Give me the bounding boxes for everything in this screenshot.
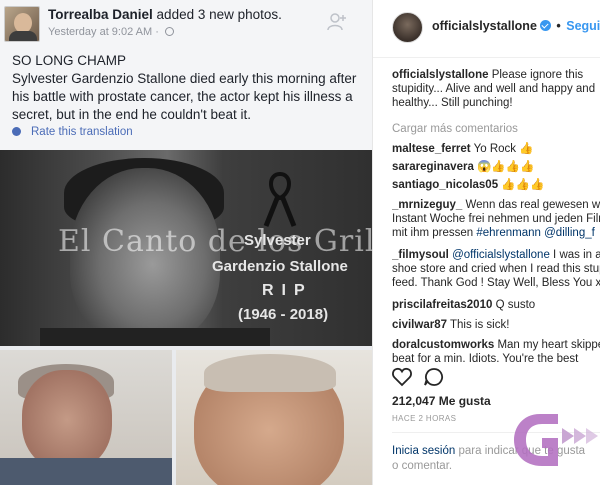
comment-item: maltese_ferret Yo Rock 👍 [392,142,600,156]
comment-item: _filmysoul @officialslystallone I was in… [392,248,600,292]
comment-username[interactable]: priscilafreitas2010 [392,299,492,311]
ribbon-icon [263,171,297,227]
comment-item: _mrnizeguy_ Wenn das real gewesen wäre I… [392,198,600,242]
add-friend-icon[interactable] [327,12,347,32]
image-years-text: (1946 - 2018) [238,306,329,323]
image-name-line1: Sylvester [244,232,311,249]
comment-username[interactable]: santiago_nicolas05 [392,179,498,191]
follow-button[interactable]: Seguir [566,19,600,33]
facebook-post: Torrealba Daniel added 3 new photos. Yes… [0,0,372,485]
comment-text: Q susto [492,299,536,311]
post-title: SO LONG CHAMP [12,53,127,68]
comment-username[interactable]: maltese_ferret [392,143,471,155]
caption: officialslystallone Please ignore this s… [392,68,600,110]
rate-translation-link[interactable]: Rate this translation [12,126,133,138]
gear-icon [12,127,21,136]
watermark-text: El Canto de los Grillos [58,224,372,259]
profile-username[interactable]: officialslystallone [432,19,537,33]
profile-avatar[interactable] [392,12,423,43]
post-actions [392,367,443,387]
comment-item: santiago_nicolas05 👍👍👍 [392,178,600,192]
comment-item: civilwar87 This is sick! [392,318,600,332]
photo-thumbnail-right[interactable] [176,350,372,485]
comment-item: priscilafreitas2010 Q susto [392,298,600,312]
post-meta: Yesterday at 9:02 AM · [48,26,174,38]
like-count[interactable]: 212,047 Me gusta [392,394,491,408]
comment-username[interactable]: sarareginavera [392,161,474,173]
photo-thumbnail-left[interactable] [0,350,172,485]
comment-icon[interactable] [424,368,443,386]
caption-username[interactable]: officialslystallone [392,69,489,81]
header-user-line: officialslystallone • Seguir [432,19,600,33]
post-header-area: Torrealba Daniel added 3 new photos. Yes… [0,0,372,150]
brand-logo [514,414,598,466]
post-text: Sylvester Gardenzio Stallone died early … [12,71,357,122]
comment-text: Yo Rock 👍 [470,143,534,155]
post-timestamp[interactable]: Yesterday at 9:02 AM [48,26,152,38]
instagram-header: officialslystallone • Seguir [373,0,600,58]
image-rip-text: RIP [262,282,313,299]
author-name[interactable]: Torrealba Daniel [48,7,153,22]
load-more-comments[interactable]: Cargar más comentarios [392,122,600,136]
login-link[interactable]: Inicia sesión [392,445,455,457]
comment-item: doralcustomworks Man my heart skipped a … [392,338,600,364]
rate-translation-label: Rate this translation [31,126,133,138]
comment-text: 👍👍👍 [498,179,545,191]
post-headline: Torrealba Daniel added 3 new photos. [48,7,282,22]
comment-username[interactable]: _mrnizeguy_ [392,199,462,211]
verified-badge-icon [539,20,551,31]
comment-text: This is sick! [446,319,510,331]
comment-hashtag-link[interactable]: #ehrenmann @dilling_f [476,227,594,239]
post-action: added 3 new photos. [152,7,282,22]
globe-icon [164,27,174,36]
comment-username[interactable]: _filmysoul [392,249,449,261]
author-avatar[interactable] [4,6,40,42]
post-time: HACE 2 HORAS [392,414,457,423]
comment-mention-link[interactable]: @officialslystallone [452,249,550,261]
image-name-line2: Gardenzio Stallone [212,258,348,275]
comment-text: 😱👍👍👍 [473,161,535,173]
comment-username[interactable]: doralcustomworks [392,339,494,351]
post-body: SO LONG CHAMP Sylvester Gardenzio Stallo… [12,52,364,124]
comment-username[interactable]: civilwar87 [392,319,447,331]
heart-icon[interactable] [392,367,412,387]
comment-item: sarareginavera 😱👍👍👍 [392,160,600,174]
